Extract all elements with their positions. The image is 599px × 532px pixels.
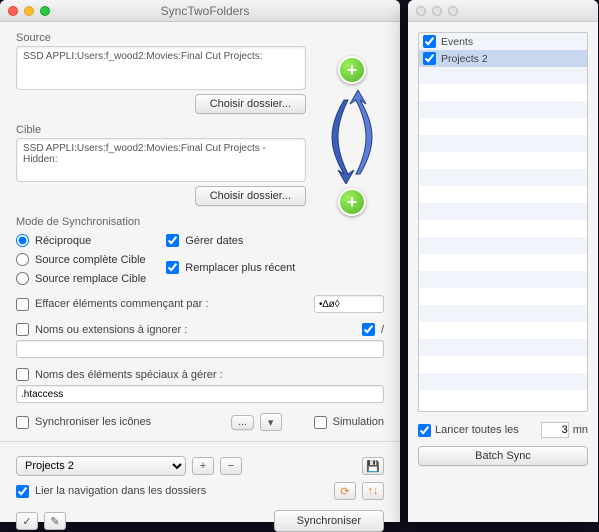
add-profile-button[interactable]: +	[192, 457, 214, 475]
ignore-names-label: Noms ou extensions à ignorer :	[35, 324, 187, 336]
list-item-check[interactable]	[423, 52, 436, 65]
choose-source-button[interactable]: Choisir dossier...	[195, 94, 306, 114]
swap-controls: + +	[318, 56, 388, 216]
main-window: SyncTwoFolders Source SSD APPLI:Users:f_…	[0, 0, 400, 522]
list-item[interactable]: Events	[419, 33, 587, 50]
check-sync-icons[interactable]	[16, 416, 29, 429]
profile-select[interactable]: Projects 2	[16, 456, 186, 476]
erase-starting-label: Effacer éléments commençant par :	[35, 298, 208, 310]
special-names-label: Noms des éléments spéciaux à gérer :	[35, 369, 223, 381]
target-path: SSD APPLI:Users:f_wood2:Movies:Final Cut…	[16, 138, 306, 182]
panel-minimize-icon[interactable]	[432, 6, 442, 16]
erase-starting-input[interactable]	[314, 295, 384, 313]
list-item-label: Projects 2	[441, 53, 488, 65]
source-label: Source	[16, 32, 384, 44]
ellipsis-button[interactable]: ...	[231, 415, 253, 430]
radio-reciprocal[interactable]: Réciproque	[16, 234, 146, 247]
ignore-slash-label: /	[381, 324, 384, 336]
radio-source-complete-label: Source complète Cible	[35, 254, 146, 266]
check-replace-newer[interactable]: Remplacer plus récent	[166, 261, 295, 274]
add-source-button[interactable]: +	[338, 56, 366, 84]
list-item-check[interactable]	[423, 35, 436, 48]
check-ignore-slash[interactable]	[362, 323, 375, 336]
source-path: SSD APPLI:Users:f_wood2:Movies:Final Cut…	[16, 46, 306, 90]
panel-close-icon[interactable]	[416, 6, 426, 16]
sort-icon[interactable]: ↑↓	[362, 482, 384, 500]
radio-source-replace[interactable]: Source remplace Cible	[16, 272, 146, 285]
edit-icon[interactable]: ✎	[44, 512, 66, 530]
chevron-down-icon[interactable]: ▾	[260, 413, 282, 431]
list-item-label: Events	[441, 36, 473, 48]
panel-traffic-lights	[416, 6, 458, 16]
add-target-button[interactable]: +	[338, 188, 366, 216]
panel-zoom-icon[interactable]	[448, 6, 458, 16]
ignore-names-input[interactable]	[16, 340, 384, 358]
radio-source-replace-label: Source remplace Cible	[35, 273, 146, 285]
check-erase-starting[interactable]	[16, 298, 29, 311]
remove-profile-button[interactable]: −	[220, 457, 242, 475]
syncmode-label: Mode de Synchronisation	[16, 216, 384, 228]
check-special-names[interactable]	[16, 368, 29, 381]
radio-source-complete[interactable]: Source complète Cible	[16, 253, 146, 266]
batch-sync-button[interactable]: Batch Sync	[418, 446, 588, 466]
check-replace-newer-label: Remplacer plus récent	[185, 262, 295, 274]
refresh-icon[interactable]: ⟳	[334, 482, 356, 500]
synchronize-button[interactable]: Synchroniser	[274, 510, 384, 532]
divider	[0, 441, 400, 442]
save-profile-button[interactable]: 💾	[362, 457, 384, 475]
check-handle-dates-label: Gérer dates	[185, 235, 243, 247]
check-simulation[interactable]	[314, 416, 327, 429]
choose-target-button[interactable]: Choisir dossier...	[195, 186, 306, 206]
profile-list[interactable]: Events Projects 2	[418, 32, 588, 412]
minutes-input[interactable]	[541, 422, 569, 438]
titlebar: SyncTwoFolders	[0, 0, 400, 22]
radio-reciprocal-label: Réciproque	[35, 235, 91, 247]
link-navigation-label: Lier la navigation dans les dossiers	[35, 485, 206, 497]
check-launch-every[interactable]	[418, 424, 431, 437]
check-handle-dates[interactable]: Gérer dates	[166, 234, 295, 247]
check-all-icon[interactable]: ✓	[16, 512, 38, 530]
minutes-unit: mn	[573, 424, 588, 436]
list-item[interactable]: Projects 2	[419, 50, 587, 67]
simulation-label: Simulation	[333, 416, 384, 428]
check-link-navigation[interactable]	[16, 485, 29, 498]
panel-window: Events Projects 2 Lancer toutes les mn B…	[408, 0, 598, 522]
launch-every-label: Lancer toutes les	[435, 424, 519, 436]
panel-titlebar	[408, 0, 598, 22]
window-title: SyncTwoFolders	[10, 4, 400, 18]
check-ignore-names[interactable]	[16, 323, 29, 336]
sync-icons-label: Synchroniser les icônes	[35, 416, 151, 428]
swap-arrows-icon	[328, 90, 376, 184]
special-names-input[interactable]	[16, 385, 384, 403]
